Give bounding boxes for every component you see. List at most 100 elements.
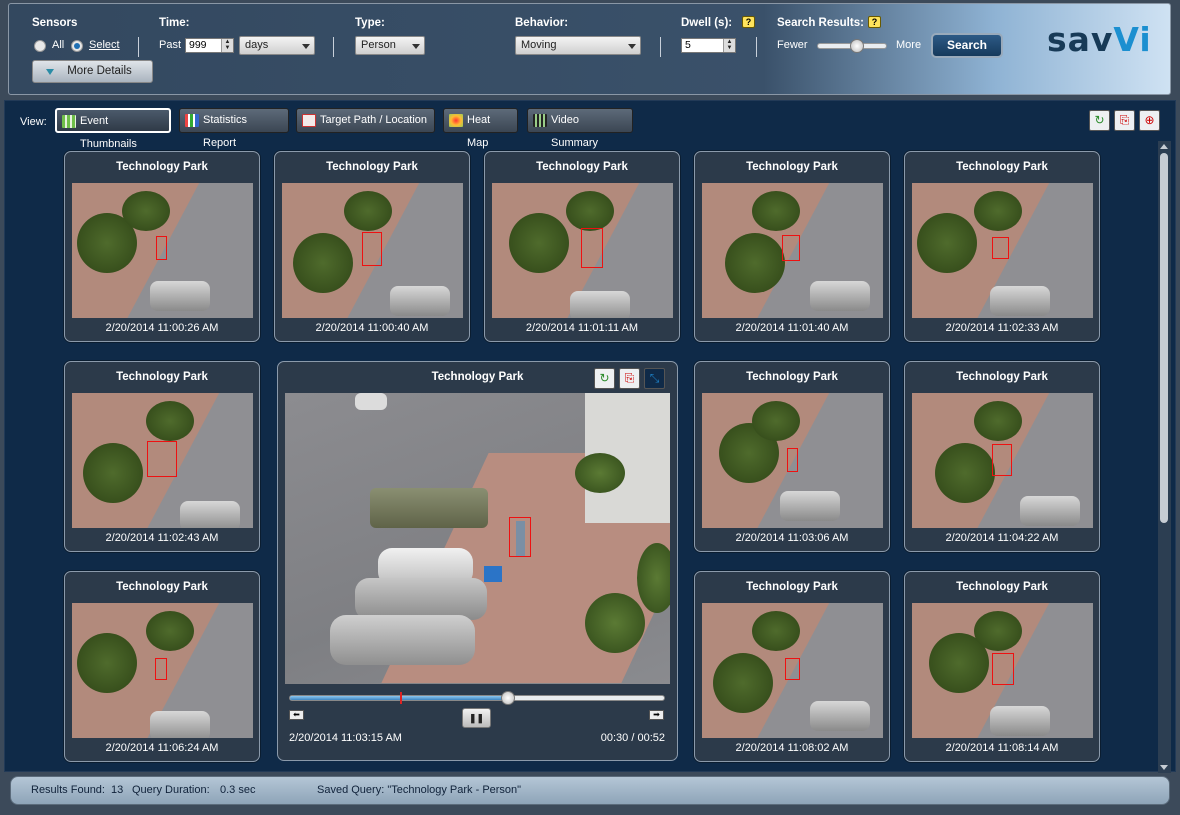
target-bounding-box xyxy=(581,228,603,268)
scroll-up-icon[interactable] xyxy=(1160,144,1168,149)
dwell-value: 5 xyxy=(685,39,691,51)
card-timestamp: 2/20/2014 11:03:06 AM xyxy=(735,532,849,544)
behavior-select[interactable]: Moving xyxy=(515,36,641,55)
stepper-arrows-icon[interactable]: ▲ ▼ xyxy=(723,39,735,52)
card-timestamp: 2/20/2014 11:00:40 AM xyxy=(315,322,429,334)
report-icon[interactable]: ⎘ xyxy=(1114,110,1135,131)
scrollbar-thumb[interactable] xyxy=(1160,153,1168,523)
player-elapsed: 00:30 / 00:52 xyxy=(600,732,665,744)
target-bounding-box xyxy=(156,236,167,260)
report-icon[interactable]: ⎘ xyxy=(619,368,640,389)
event-thumbnail-image[interactable] xyxy=(492,183,673,318)
tab-video-summary[interactable]: Video Summary xyxy=(527,108,633,149)
target-bounding-box xyxy=(782,235,800,261)
event-thumbnail-image[interactable] xyxy=(72,603,253,738)
event-thumbnail-image[interactable] xyxy=(702,183,883,318)
search-results-help-icon[interactable]: ? xyxy=(868,16,881,28)
view-label: View: xyxy=(20,116,47,128)
behavior-label: Behavior: xyxy=(515,17,569,29)
target-bounding-box xyxy=(992,653,1014,685)
sensors-label: Sensors xyxy=(32,17,78,29)
event-thumbnail-card[interactable]: Technology Park 2/20/2014 11:01:40 AM xyxy=(694,151,890,342)
expand-icon[interactable]: ⤡ xyxy=(644,368,665,389)
event-thumbnail-image[interactable] xyxy=(702,393,883,528)
card-timestamp: 2/20/2014 11:02:33 AM xyxy=(945,322,1059,334)
sensors-all-label[interactable]: All xyxy=(52,39,64,51)
card-timestamp: 2/20/2014 11:02:43 AM xyxy=(105,532,219,544)
player-timestamp: 2/20/2014 11:03:15 AM xyxy=(289,732,402,744)
dwell-stepper[interactable]: 5 ▲ ▼ xyxy=(681,38,736,53)
past-value: 999 xyxy=(189,39,207,51)
fewer-label: Fewer xyxy=(777,39,808,51)
card-title: Technology Park xyxy=(116,161,208,173)
target-bounding-box xyxy=(785,658,800,680)
event-thumbnail-image[interactable] xyxy=(912,393,1093,528)
results-found-label: Results Found: xyxy=(31,784,105,796)
view-bar: View: Event Thumbnails Statistics Report… xyxy=(5,101,1175,150)
pause-button[interactable]: ❚❚ xyxy=(462,708,491,728)
event-thumbnail-card[interactable]: Technology Park 2/20/2014 11:00:40 AM xyxy=(274,151,470,342)
export-icon[interactable]: ↻ xyxy=(1089,110,1110,131)
player-title: Technology Park xyxy=(431,371,524,383)
bar-chart-icon xyxy=(185,114,199,127)
event-thumbnail-card[interactable]: Technology Park 2/20/2014 11:06:24 AM xyxy=(64,571,260,762)
results-slider-knob[interactable] xyxy=(849,39,864,53)
sensors-select-radio[interactable] xyxy=(71,40,83,52)
target-bounding-box xyxy=(147,441,177,477)
scroll-down-icon[interactable] xyxy=(1160,765,1168,770)
sensors-all-radio[interactable] xyxy=(34,40,46,52)
chevron-down-icon xyxy=(628,44,636,49)
event-thumbnail-card[interactable]: Technology Park 2/20/2014 11:02:33 AM xyxy=(904,151,1100,342)
video-frame[interactable] xyxy=(285,393,670,684)
more-label: More xyxy=(896,39,922,51)
expand-arrow-icon xyxy=(46,69,54,75)
event-thumbnail-image[interactable] xyxy=(282,183,463,318)
more-details-label: More Details xyxy=(67,65,132,77)
query-duration-label: Query Duration: xyxy=(132,784,210,796)
event-thumbnail-image[interactable] xyxy=(72,393,253,528)
tab-target-path[interactable]: Target Path / Location xyxy=(296,108,435,133)
previous-arrow-icon[interactable]: ⬅ xyxy=(289,710,304,720)
tab-heat-map[interactable]: Heat Map xyxy=(443,108,518,149)
clock-target-icon[interactable]: ⊕ xyxy=(1139,110,1160,131)
event-thumbnail-card[interactable]: Technology Park 2/20/2014 11:00:26 AM xyxy=(64,151,260,342)
event-thumbnail-card[interactable]: Technology Park 2/20/2014 11:08:14 AM xyxy=(904,571,1100,762)
period-select[interactable]: days xyxy=(239,36,315,55)
event-thumbnail-card[interactable]: Technology Park 2/20/2014 11:08:02 AM xyxy=(694,571,890,762)
tab-statistics-report[interactable]: Statistics Report xyxy=(179,108,289,149)
card-timestamp: 2/20/2014 11:00:26 AM xyxy=(105,322,219,334)
event-thumbnail-image[interactable] xyxy=(72,183,253,318)
vertical-scrollbar[interactable] xyxy=(1158,141,1171,773)
stepper-arrows-icon[interactable]: ▲ ▼ xyxy=(221,39,233,52)
video-progress-knob[interactable] xyxy=(501,691,516,705)
dwell-help-icon[interactable]: ? xyxy=(742,16,755,28)
behavior-value: Moving xyxy=(521,39,557,51)
search-button[interactable]: Search xyxy=(931,33,1003,58)
video-progress-bar[interactable] xyxy=(289,691,665,705)
event-thumbnail-card[interactable]: Technology Park 2/20/2014 11:02:43 AM xyxy=(64,361,260,552)
target-bounding-box xyxy=(787,448,798,472)
card-title: Technology Park xyxy=(956,581,1048,593)
sensors-select-link[interactable]: Select xyxy=(89,39,120,51)
search-results-label: Search Results: xyxy=(777,17,864,29)
type-label: Type: xyxy=(355,17,385,29)
results-slider[interactable] xyxy=(817,39,887,53)
event-thumbnail-image[interactable] xyxy=(912,183,1093,318)
type-select[interactable]: Person xyxy=(355,36,425,55)
event-thumbnail-card[interactable]: Technology Park 2/20/2014 11:04:22 AM xyxy=(904,361,1100,552)
chevron-down-icon xyxy=(412,44,420,49)
more-details-button[interactable]: More Details xyxy=(32,60,153,83)
past-label: Past xyxy=(159,39,182,51)
card-title: Technology Park xyxy=(746,581,838,593)
event-thumbnail-image[interactable] xyxy=(912,603,1093,738)
card-title: Technology Park xyxy=(326,161,418,173)
past-value-stepper[interactable]: 999 ▲ ▼ xyxy=(185,38,234,53)
event-thumbnail-image[interactable] xyxy=(702,603,883,738)
dwell-label: Dwell (s): xyxy=(681,17,733,29)
time-label: Time: xyxy=(159,17,190,29)
next-arrow-icon[interactable]: ➡ xyxy=(649,710,664,720)
export-icon[interactable]: ↻ xyxy=(594,368,615,389)
event-thumbnail-card[interactable]: Technology Park 2/20/2014 11:03:06 AM xyxy=(694,361,890,552)
event-thumbnail-card[interactable]: Technology Park 2/20/2014 11:01:11 AM xyxy=(484,151,680,342)
tab-event-thumbnails[interactable]: Event Thumbnails xyxy=(55,108,171,150)
